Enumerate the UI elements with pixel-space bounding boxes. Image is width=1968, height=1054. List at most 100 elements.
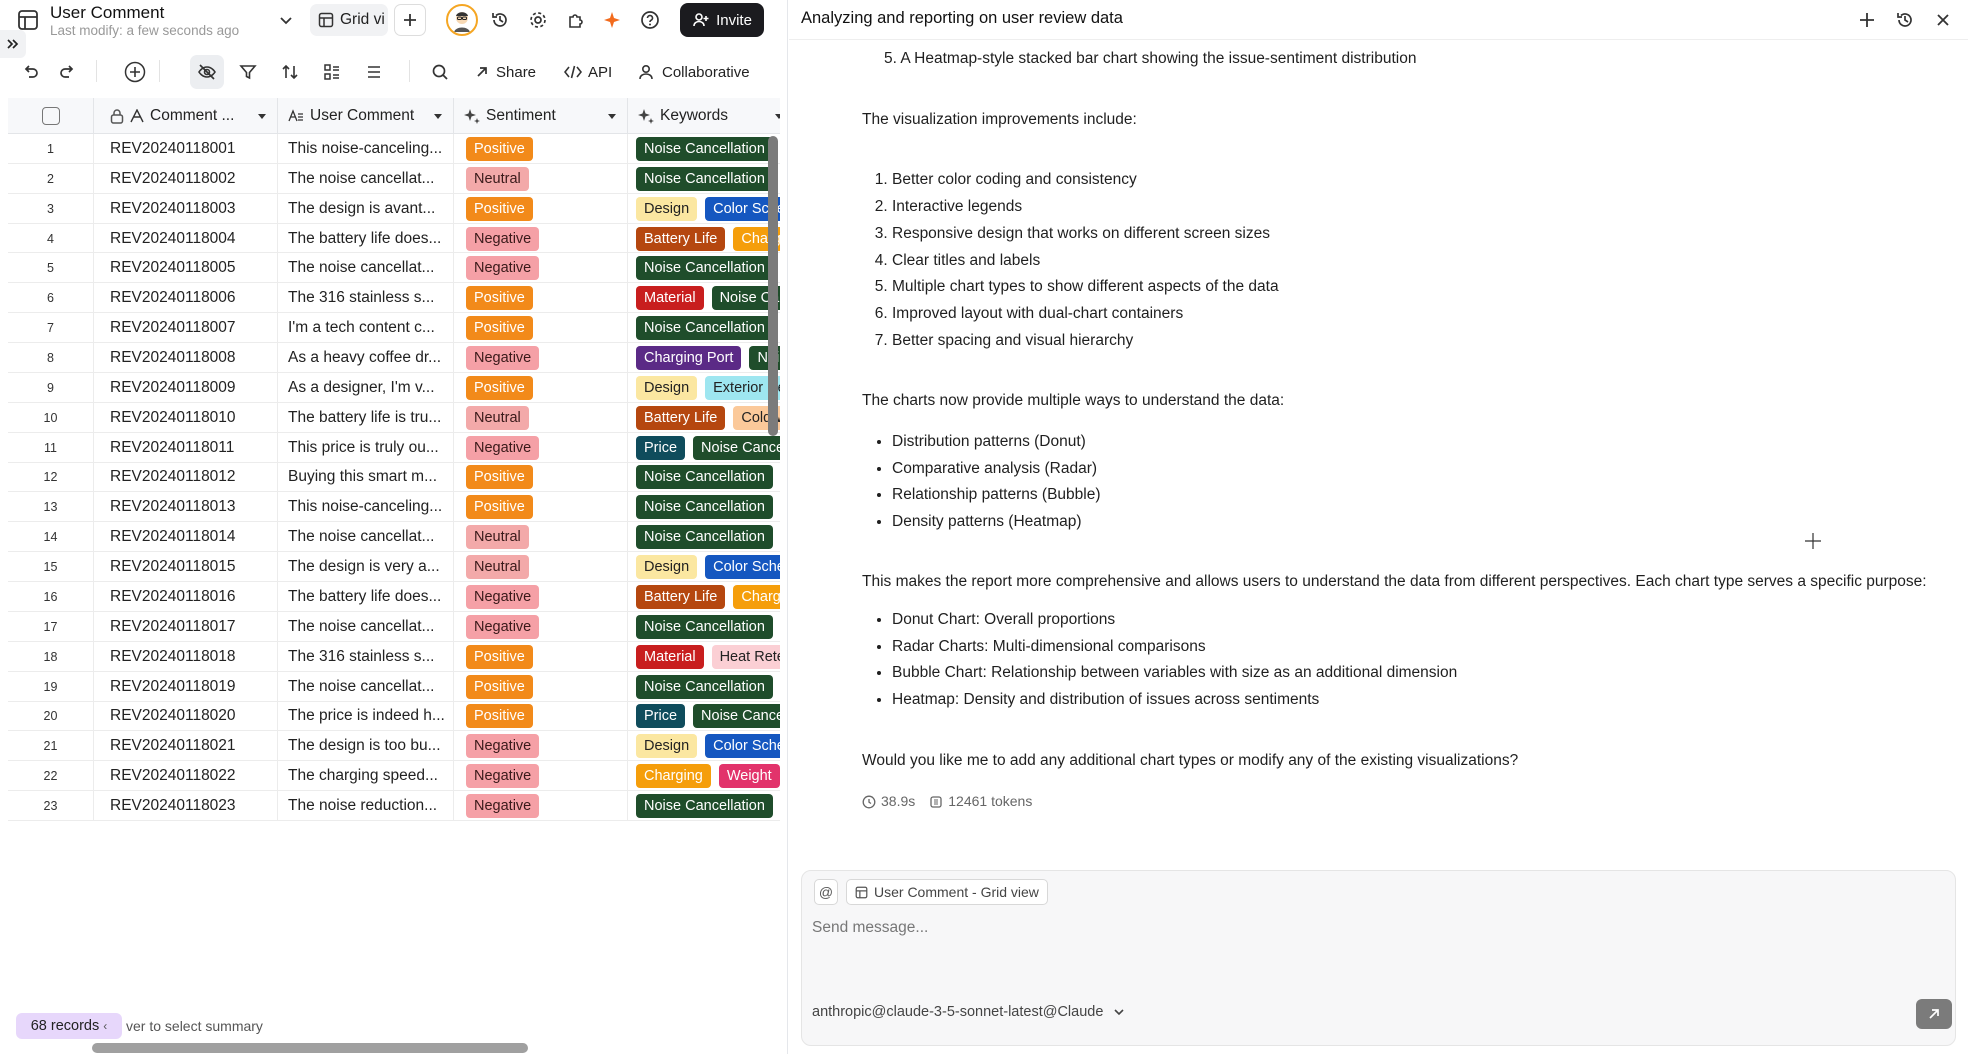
sentiment-cell[interactable]: Positive [454, 134, 628, 164]
row-number[interactable]: 2 [8, 163, 94, 194]
comment-id-cell[interactable]: REV20240118003 [94, 193, 278, 224]
comment-id-cell[interactable]: REV20240118008 [94, 343, 278, 373]
row-number[interactable]: 14 [8, 522, 94, 553]
comment-id-cell[interactable]: REV20240118004 [94, 223, 278, 254]
user-comment-cell[interactable]: As a heavy coffee dr... [278, 343, 454, 373]
keywords-cell[interactable]: Design Color Sche [628, 194, 780, 224]
table-row[interactable]: 3 REV20240118003 The design is avant... Pos… [8, 193, 780, 224]
column-header-keywords[interactable]: Keywords [628, 98, 780, 134]
comment-id-cell[interactable]: REV20240118018 [94, 641, 278, 672]
help-icon[interactable] [638, 8, 662, 32]
table-row[interactable]: 7 REV20240118007 I'm a tech content c... Po… [8, 313, 780, 344]
send-button[interactable] [1916, 999, 1952, 1029]
row-number[interactable]: 11 [8, 432, 94, 463]
sentiment-cell[interactable]: Positive [454, 701, 628, 732]
keywords-cell[interactable]: Design Color Sche [628, 552, 780, 582]
keywords-cell[interactable]: Noise Cancellation [628, 791, 780, 821]
keywords-cell[interactable]: Price Noise Cance [628, 702, 780, 732]
record-count-badge[interactable]: 68 records ‹ [16, 1013, 122, 1039]
user-comment-cell[interactable]: The battery life does... [278, 582, 454, 612]
row-number[interactable]: 10 [8, 402, 94, 433]
redo-icon[interactable] [58, 60, 76, 84]
row-number[interactable]: 23 [8, 791, 94, 821]
column-header-user-comment[interactable]: User Comment [278, 98, 454, 134]
comment-id-cell[interactable]: REV20240118007 [94, 313, 278, 344]
puzzle-icon[interactable] [564, 8, 588, 32]
table-row[interactable]: 1 REV20240118001 This noise-canceling... Po… [8, 134, 780, 164]
row-number[interactable]: 4 [8, 223, 94, 254]
user-comment-cell[interactable]: As a designer, I'm v... [278, 372, 454, 403]
close-icon[interactable] [1931, 8, 1955, 32]
comment-id-cell[interactable]: REV20240118006 [94, 283, 278, 314]
caret-down-icon[interactable] [605, 109, 619, 123]
sentiment-cell[interactable]: Negative [454, 731, 628, 762]
user-comment-cell[interactable]: The noise cancellat... [278, 253, 454, 284]
model-selector[interactable]: anthropic@claude-3-5-sonnet-latest@Claud… [812, 1004, 1125, 1020]
row-number[interactable]: 8 [8, 343, 94, 373]
history-icon[interactable] [488, 8, 512, 32]
keywords-cell[interactable]: Noise Cancellation [628, 672, 780, 702]
row-number[interactable]: 19 [8, 671, 94, 702]
row-number[interactable]: 7 [8, 313, 94, 344]
keywords-cell[interactable]: Noise Cancellation [628, 522, 780, 552]
table-row[interactable]: 14 REV20240118014 The noise cancellat... Ne… [8, 522, 780, 553]
comment-id-cell[interactable]: REV20240118009 [94, 372, 278, 403]
table-row[interactable]: 13 REV20240118013 This noise-canceling... P… [8, 492, 780, 523]
user-comment-cell[interactable]: This noise-canceling... [278, 492, 454, 523]
keywords-cell[interactable]: Material Heat Rete [628, 642, 780, 672]
table-row[interactable]: 22 REV20240118022 The charging speed... Neg… [8, 761, 780, 792]
table-row[interactable]: 21 REV20240118021 The design is too bu... N… [8, 731, 780, 762]
table-icon[interactable] [16, 8, 40, 32]
chevron-down-icon[interactable] [276, 10, 296, 30]
keywords-cell[interactable]: Material Noise Ca [628, 283, 780, 313]
comment-id-cell[interactable]: REV20240118014 [94, 522, 278, 553]
table-row[interactable]: 8 REV20240118008 As a heavy coffee dr... Ne… [8, 343, 780, 373]
sentiment-cell[interactable]: Neutral [454, 522, 628, 553]
user-comment-cell[interactable]: The design is very a... [278, 552, 454, 583]
keywords-cell[interactable]: Design Color Sche [628, 731, 780, 761]
sparkle-icon[interactable] [600, 8, 624, 32]
sentiment-cell[interactable]: Negative [454, 343, 628, 373]
user-comment-cell[interactable]: The noise cancellat... [278, 671, 454, 702]
table-row[interactable]: 18 REV20240118018 The 316 stainless s... Po… [8, 641, 780, 672]
user-comment-cell[interactable]: The battery life is tru... [278, 402, 454, 433]
hide-fields-icon[interactable] [197, 60, 217, 84]
caret-down-icon[interactable] [431, 109, 445, 123]
table-row[interactable]: 15 REV20240118015 The design is very a... N… [8, 552, 780, 583]
sentiment-cell[interactable]: Negative [454, 611, 628, 642]
user-comment-cell[interactable]: The price is indeed h... [278, 701, 454, 732]
table-row[interactable]: 19 REV20240118019 The noise cancellat... Po… [8, 671, 780, 702]
comment-id-cell[interactable]: REV20240118023 [94, 791, 278, 821]
row-number[interactable]: 3 [8, 193, 94, 224]
select-all-checkbox[interactable] [41, 107, 60, 125]
comment-id-cell[interactable]: REV20240118001 [94, 134, 278, 164]
new-chat-plus-icon[interactable] [1855, 8, 1879, 32]
user-comment-cell[interactable]: This price is truly ou... [278, 432, 454, 463]
undo-icon[interactable] [22, 60, 40, 84]
avatar[interactable] [446, 4, 478, 36]
keywords-cell[interactable]: Price Noise Cance [628, 433, 780, 463]
gear-icon[interactable] [526, 8, 550, 32]
sentiment-cell[interactable]: Positive [454, 492, 628, 523]
user-comment-cell[interactable]: I'm a tech content c... [278, 313, 454, 344]
invite-button[interactable]: Invite [680, 3, 764, 37]
row-number[interactable]: 9 [8, 372, 94, 403]
row-number[interactable]: 18 [8, 641, 94, 672]
column-header-comment-id[interactable]: Comment ... [94, 98, 278, 134]
comment-id-cell[interactable]: REV20240118015 [94, 552, 278, 583]
comment-id-cell[interactable]: REV20240118016 [94, 582, 278, 612]
sentiment-cell[interactable]: Negative [454, 223, 628, 254]
keywords-cell[interactable]: Battery Life Charg [628, 224, 780, 254]
sentiment-cell[interactable]: Positive [454, 313, 628, 344]
group-icon[interactable] [323, 60, 341, 84]
sentiment-cell[interactable]: Neutral [454, 402, 628, 433]
sentiment-cell[interactable]: Neutral [454, 163, 628, 194]
user-comment-cell[interactable]: This noise-canceling... [278, 134, 454, 164]
row-number[interactable]: 6 [8, 283, 94, 314]
table-row[interactable]: 11 REV20240118011 This price is truly ou..… [8, 432, 780, 463]
api-button[interactable]: API [564, 60, 612, 84]
sentiment-cell[interactable]: Negative [454, 791, 628, 821]
keywords-cell[interactable]: Noise Cancellation [628, 492, 780, 522]
comment-id-cell[interactable]: REV20240118022 [94, 761, 278, 792]
row-number[interactable]: 20 [8, 701, 94, 732]
